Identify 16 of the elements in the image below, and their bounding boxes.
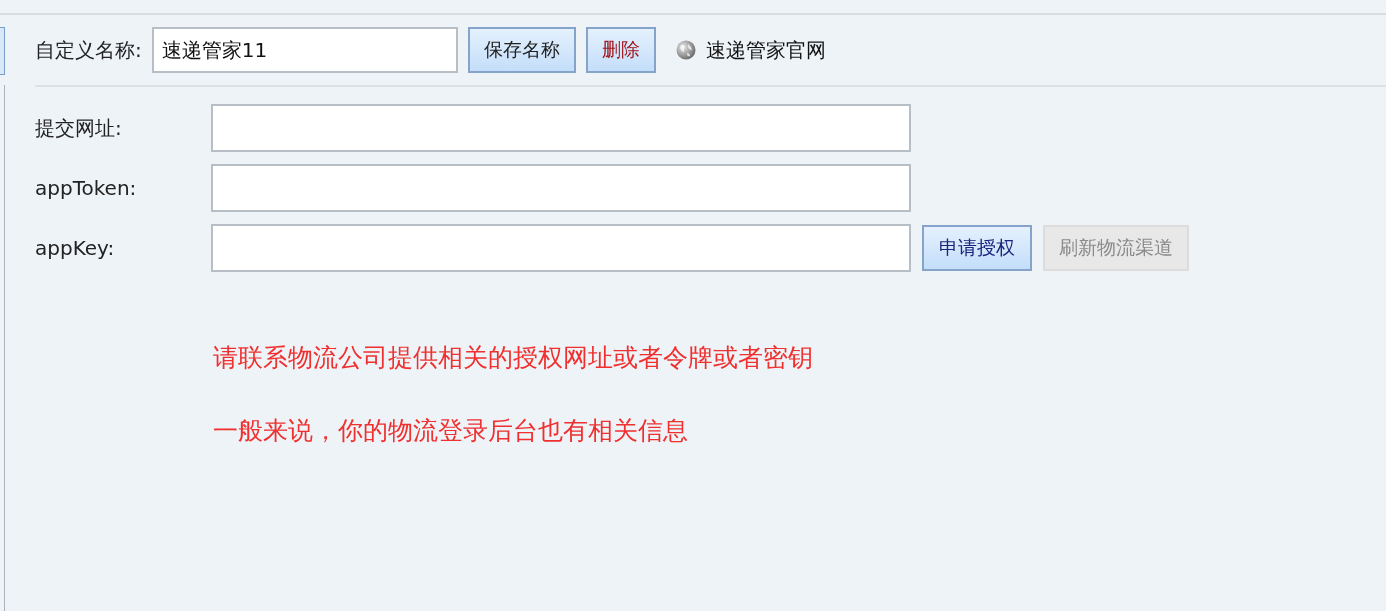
field-label: appToken: xyxy=(35,176,138,200)
delete-button[interactable]: 删除 xyxy=(585,27,656,73)
globe-icon xyxy=(675,40,696,60)
website-link[interactable]: 速递管家官网 xyxy=(705,36,826,64)
name-label: 自定义名称: xyxy=(35,36,142,64)
side-tab[interactable] xyxy=(0,27,5,75)
input-field[interactable] xyxy=(211,224,911,272)
hint-text: 请联系物流公司提供相关的授权网址或者令牌或者密钥 xyxy=(213,344,814,372)
name-field[interactable]: 速递管家11 xyxy=(151,27,458,73)
input-field[interactable] xyxy=(211,104,911,152)
field-label: appKey: xyxy=(35,236,116,260)
save-button[interactable]: 保存名称 xyxy=(467,27,576,73)
input-field[interactable] xyxy=(211,164,911,212)
hint-text: 一般来说，你的物流登录后台也有相关信息 xyxy=(213,416,689,444)
authorize-button[interactable]: 申请授权 xyxy=(922,225,1032,271)
field-label: 提交网址: xyxy=(35,114,123,142)
